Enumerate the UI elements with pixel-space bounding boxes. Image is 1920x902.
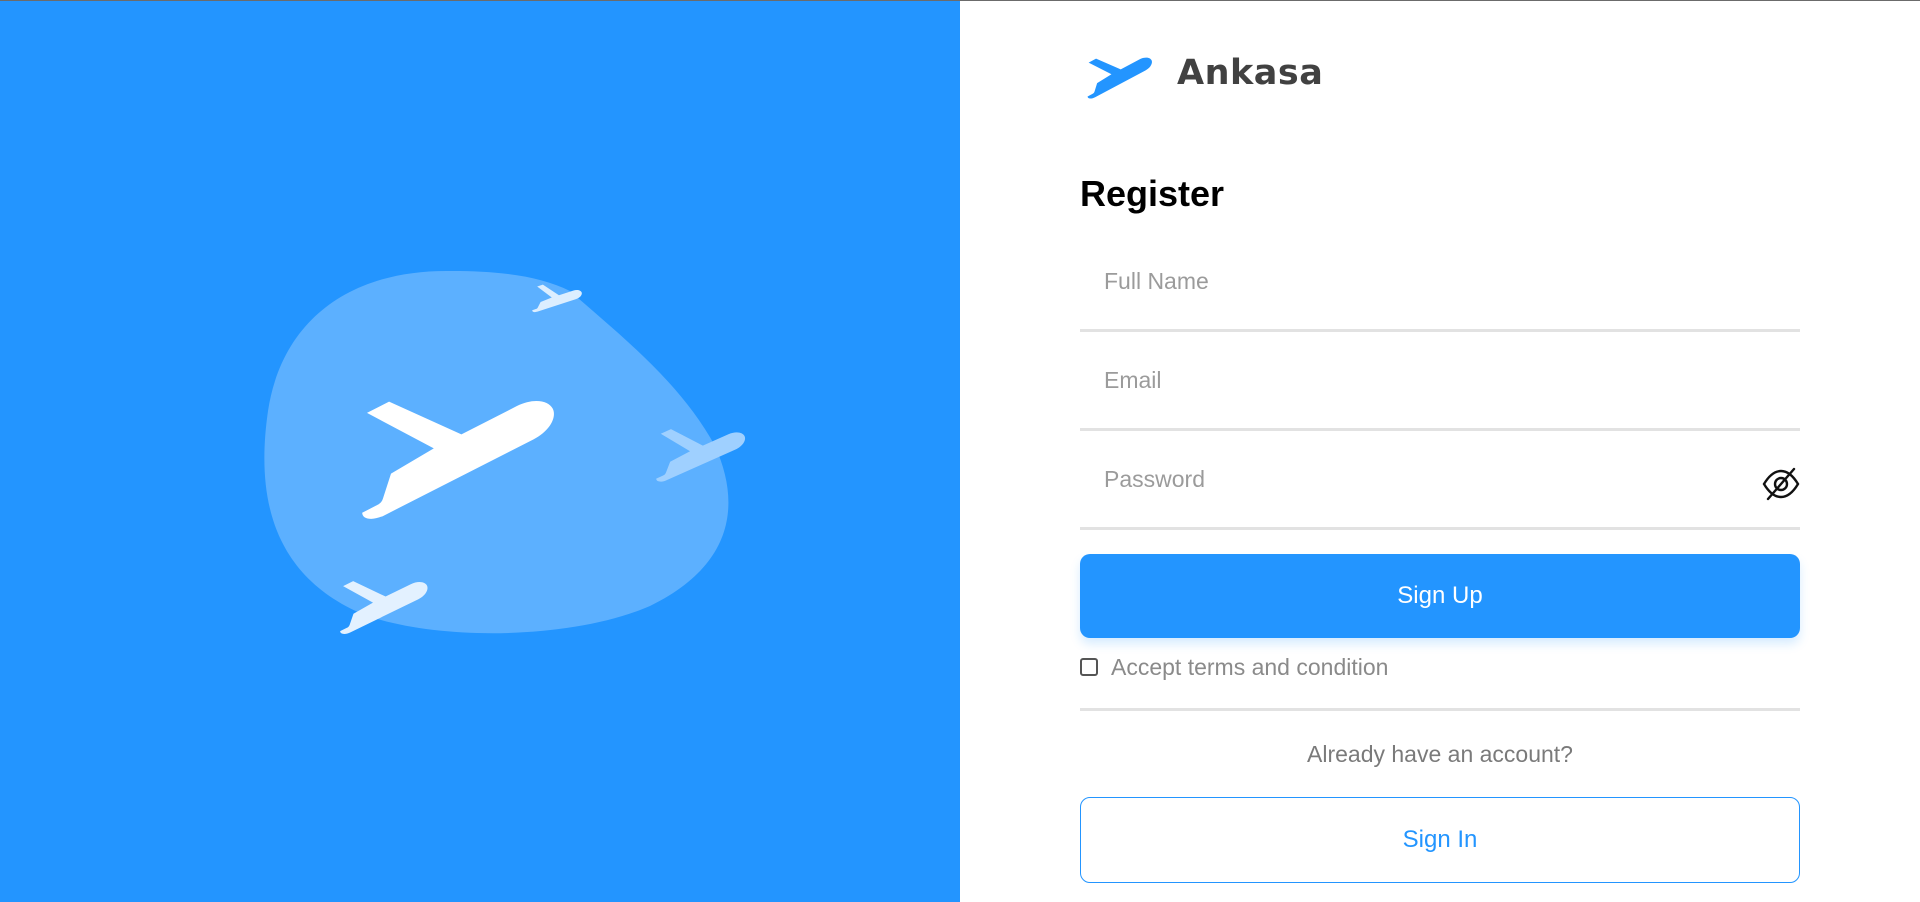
password-input[interactable]	[1080, 431, 1800, 527]
planes-illustration	[264, 270, 746, 634]
email-field-wrapper	[1080, 332, 1800, 431]
sign-up-button[interactable]: Sign Up	[1080, 554, 1800, 638]
already-account-text: Already have an account?	[1307, 741, 1573, 767]
password-field-wrapper	[1080, 431, 1800, 530]
register-panel: Ankasa Register Sign Up Accept terms and…	[960, 1, 1920, 902]
brand-name: Ankasa	[1177, 53, 1324, 93]
plane-logo-icon	[1087, 57, 1152, 99]
full-name-field-wrapper	[1080, 233, 1800, 332]
sign-in-button[interactable]: Sign In	[1080, 797, 1800, 883]
terms-row: Accept terms and condition	[1080, 653, 1800, 711]
page-title: Register	[1080, 173, 1225, 214]
terms-label: Accept terms and condition	[1111, 654, 1389, 680]
brand: Ankasa	[1079, 45, 1323, 101]
illustration-panel	[0, 1, 960, 902]
full-name-input[interactable]	[1080, 233, 1800, 329]
eye-slash-icon[interactable]	[1762, 467, 1800, 501]
email-input[interactable]	[1080, 332, 1800, 428]
terms-checkbox[interactable]	[1080, 658, 1098, 676]
